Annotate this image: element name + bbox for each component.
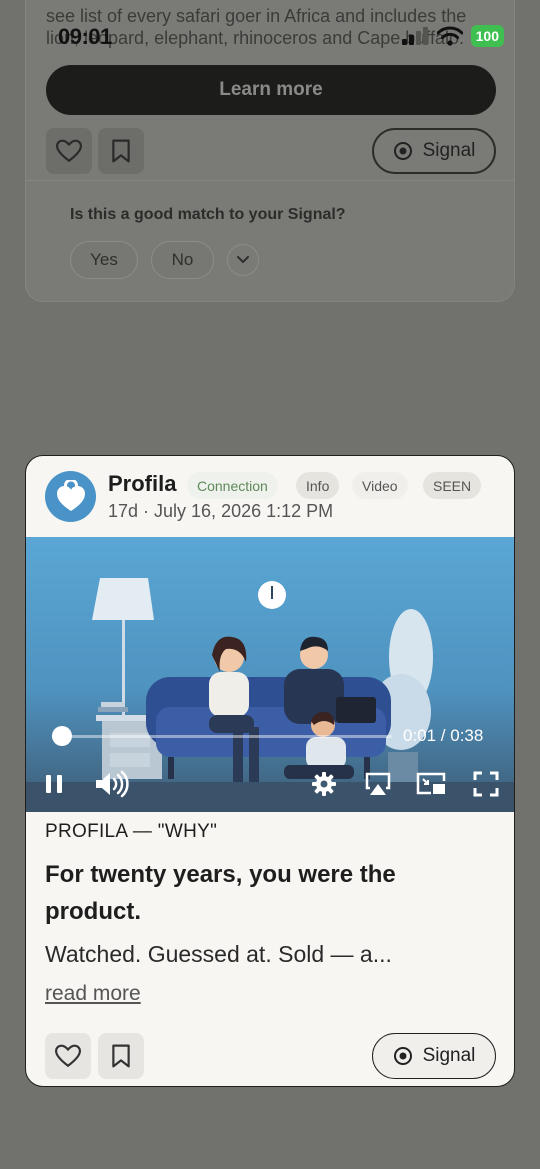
pause-icon [46,775,62,793]
like-button[interactable] [45,1033,91,1079]
signal-icon [393,1047,412,1065]
pause-button[interactable] [36,767,72,801]
badge-info: Info [296,472,340,499]
divider [26,180,514,181]
learn-more-button[interactable]: Learn more [46,65,496,115]
signal-icon [393,142,412,160]
video-time: 0:01 / 0:38 [403,726,484,745]
signal-button[interactable]: Signal [372,1033,496,1079]
picture-in-picture-button[interactable] [413,767,449,801]
yes-button[interactable]: Yes [70,241,138,279]
video-player[interactable]: 0:01 / 0:38 [26,537,514,812]
source-name: Profila [108,471,177,496]
wifi-icon [436,26,463,46]
badge-video: Video [352,472,408,499]
cellular-signal-icon [401,27,428,45]
status-icons: 100 [401,25,504,47]
bg-bookmark-button[interactable] [98,128,144,174]
content-card: Profila Connection Info Video SEEN 17d ·… [25,455,515,1087]
signal-label: Signal [422,1045,476,1066]
article-headline: For twenty years, you were the product. [45,861,396,925]
no-button[interactable]: No [151,241,214,279]
heart-icon [55,1044,81,1068]
status-time: 09:01 [58,24,112,49]
bookmark-icon [112,139,130,163]
bookmark-button[interactable] [98,1033,144,1079]
article-kicker: PROFILA — "WHY" [45,821,218,842]
bookmark-icon [112,1044,130,1068]
fullscreen-button[interactable] [468,767,504,801]
avatar [45,471,96,522]
gear-icon [312,772,336,796]
expand-options-button[interactable] [227,244,259,276]
settings-button[interactable] [306,767,342,801]
fullscreen-icon [473,771,499,797]
article-excerpt: Watched. Guessed at. Sold — a... [45,941,392,967]
badge-seen: SEEN [423,472,482,499]
bg-signal-label: Signal [422,140,476,161]
video-progress-track[interactable] [52,735,392,738]
profila-logo-icon [56,479,85,511]
battery-indicator: 100 [470,25,504,47]
read-more-link[interactable]: read more [45,982,141,1006]
airplay-icon [365,772,391,795]
bg-signal-button[interactable]: Signal [372,128,496,174]
volume-icon [96,770,129,798]
bg-like-button[interactable] [46,128,92,174]
heart-icon [56,139,82,163]
chevron-down-icon [237,256,249,264]
badge-connection: Connection [187,472,278,499]
airplay-button[interactable] [360,767,396,801]
picture-in-picture-icon [416,772,446,795]
volume-button[interactable] [92,767,132,801]
post-meta: 17d · July 16, 2026 1:12 PM [108,501,334,521]
match-question: Is this a good match to your Signal? [70,206,346,223]
